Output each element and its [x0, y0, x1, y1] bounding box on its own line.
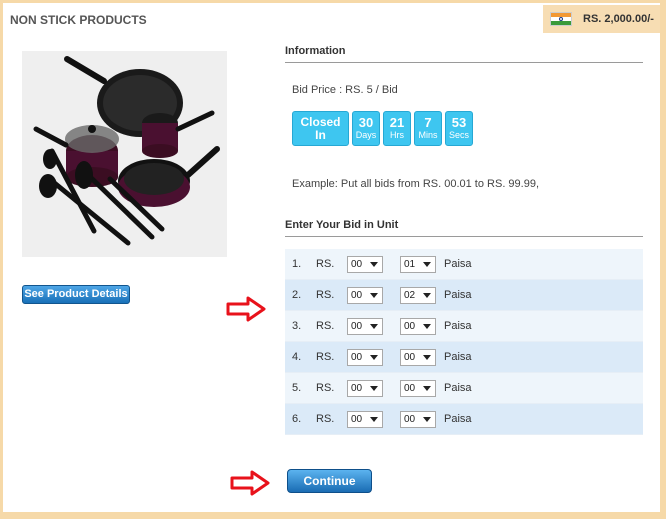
rs-label: RS.: [316, 413, 335, 425]
paisa-select[interactable]: 00: [400, 348, 436, 366]
rupees-select[interactable]: 00: [347, 317, 383, 335]
paisa-label: Paisa: [444, 258, 472, 270]
timer-seconds: 53 Secs: [445, 111, 473, 146]
chevron-down-icon: [423, 385, 431, 391]
countdown-timer: Closed In 30 Days 21 Hrs 7 Mins 53 Secs: [292, 111, 473, 146]
continue-button[interactable]: Continue: [287, 469, 372, 493]
bid-row: 3. RS. 00 00 Paisa: [285, 311, 643, 342]
bid-row-index: 6.: [292, 413, 302, 425]
annotation-arrow-icon: [226, 296, 266, 322]
bid-row-index: 5.: [292, 382, 302, 394]
chevron-down-icon: [370, 416, 378, 422]
chevron-down-icon: [370, 354, 378, 360]
timer-days: 30 Days: [352, 111, 380, 146]
information-divider: [285, 62, 643, 63]
timer-hours: 21 Hrs: [383, 111, 411, 146]
bid-row-index: 3.: [292, 320, 302, 332]
chevron-down-icon: [423, 354, 431, 360]
paisa-label: Paisa: [444, 382, 472, 394]
india-flag-icon: [550, 12, 572, 26]
chevron-down-icon: [423, 261, 431, 267]
chevron-down-icon: [370, 261, 378, 267]
paisa-label: Paisa: [444, 351, 472, 363]
chevron-down-icon: [370, 385, 378, 391]
timer-minutes: 7 Mins: [414, 111, 442, 146]
rs-label: RS.: [316, 351, 335, 363]
rupees-select[interactable]: 00: [347, 379, 383, 397]
cookware-set-image: [22, 51, 227, 257]
bid-row: 6. RS. 00 00 Paisa: [285, 404, 643, 435]
chevron-down-icon: [423, 292, 431, 298]
chevron-down-icon: [370, 292, 378, 298]
bid-price-text: Bid Price : RS. 5 / Bid: [292, 84, 398, 96]
paisa-select[interactable]: 00: [400, 317, 436, 335]
rupees-select[interactable]: 00: [347, 348, 383, 366]
annotation-arrow-icon: [230, 470, 270, 496]
paisa-select[interactable]: 00: [400, 410, 436, 428]
bid-row: 4. RS. 00 00 Paisa: [285, 342, 643, 373]
bid-row: 2. RS. 00 02 Paisa: [285, 280, 643, 311]
paisa-select[interactable]: 02: [400, 286, 436, 304]
see-product-details-button[interactable]: See Product Details: [22, 285, 130, 304]
bid-entry-table: 1. RS. 00 01 Paisa 2. RS. 00 02 Paisa 3.…: [285, 249, 643, 435]
chevron-down-icon: [423, 416, 431, 422]
rs-label: RS.: [316, 289, 335, 301]
bid-row-index: 4.: [292, 351, 302, 363]
bid-row: 1. RS. 00 01 Paisa: [285, 249, 643, 280]
timer-closed-in-label: Closed In: [292, 111, 349, 146]
bid-row: 5. RS. 00 00 Paisa: [285, 373, 643, 404]
bid-row-index: 1.: [292, 258, 302, 270]
paisa-label: Paisa: [444, 289, 472, 301]
paisa-select[interactable]: 01: [400, 255, 436, 273]
information-heading: Information: [285, 45, 346, 57]
bid-row-index: 2.: [292, 289, 302, 301]
paisa-select[interactable]: 00: [400, 379, 436, 397]
paisa-label: Paisa: [444, 320, 472, 332]
chevron-down-icon: [370, 323, 378, 329]
bid-form-heading: Enter Your Bid in Unit: [285, 219, 399, 231]
page-title: NON STICK PRODUCTS: [10, 13, 147, 27]
rs-label: RS.: [316, 382, 335, 394]
rupees-select[interactable]: 00: [347, 286, 383, 304]
balance-amount: RS. 2,000.00/-: [583, 13, 654, 25]
rupees-select[interactable]: 00: [347, 410, 383, 428]
wallet-balance-box: RS. 2,000.00/-: [543, 5, 660, 33]
rupees-select[interactable]: 00: [347, 255, 383, 273]
rs-label: RS.: [316, 258, 335, 270]
bid-form-divider: [285, 236, 643, 237]
rs-label: RS.: [316, 320, 335, 332]
chevron-down-icon: [423, 323, 431, 329]
paisa-label: Paisa: [444, 413, 472, 425]
bid-example-text: Example: Put all bids from RS. 00.01 to …: [292, 178, 540, 190]
